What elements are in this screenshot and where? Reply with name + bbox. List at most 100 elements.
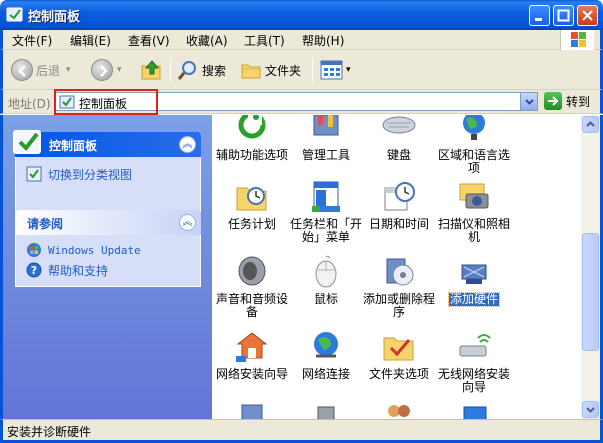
switch-view-icon [26,166,42,182]
switch-category-view-link[interactable]: 切换到分类视图 [26,165,190,183]
switch-category-view-label: 切换到分类视图 [48,167,133,182]
speaker-icon [234,255,270,289]
add-remove-icon [381,255,417,289]
menu-tools[interactable]: 工具(T) [244,32,285,49]
up-button[interactable] [140,58,164,82]
back-button[interactable]: 后退 ▾ [11,58,71,82]
search-icon [177,61,196,80]
add-hardware-icon [456,255,492,289]
item-label: 网络安装向导 [215,367,288,381]
chevron-down-icon [586,407,595,413]
address-bar: 地址(D) 控制面板 转到 [0,89,603,115]
item-admin-tools[interactable]: 管理工具 [286,115,366,162]
admin-tools-icon [308,115,344,145]
item-row5-c[interactable] [359,403,439,419]
item-taskbar-start-menu[interactable]: 任务栏和「开始」菜单 [286,180,366,244]
windows-logo-icon [560,30,594,50]
scheduled-tasks-icon [234,180,270,214]
address-dropdown-button[interactable] [520,93,537,110]
menu-favorites[interactable]: 收藏(A) [186,32,228,49]
control-panel-task-title: 控制面板 [49,139,98,153]
item-folder-options[interactable]: 文件夹选项 [359,330,439,381]
folder-up-icon [141,60,161,80]
item-row5-b[interactable] [286,403,366,419]
item-mouse[interactable]: 鼠标 [286,255,366,306]
maximize-icon [557,9,570,22]
window-title: 控制面板 [28,10,81,25]
mouse-icon [308,255,344,289]
go-button[interactable]: 转到 [544,92,590,110]
svg-text:?: ? [31,264,37,277]
search-button[interactable]: 搜索 [177,58,226,82]
address-field[interactable]: 控制面板 [54,89,538,115]
date-time-icon [381,180,417,214]
item-sounds-audio[interactable]: 声音和音频设备 [212,255,292,319]
control-panel-large-icon [13,130,41,154]
folders-icon [241,64,261,79]
folder-options-icon [381,330,417,364]
item-accessibility-options[interactable]: 辅助功能选项 [212,115,292,162]
back-dropdown-icon[interactable]: ▾ [66,65,71,75]
item-wireless-network-wizard[interactable]: 无线网络安装向导 [434,330,514,394]
menu-file[interactable]: 文件(F) [12,32,52,49]
address-value: 控制面板 [79,97,128,111]
help-support-link[interactable]: ? 帮助和支持 [26,261,190,279]
control-panel-icon [59,95,75,109]
scanner-camera-icon [456,180,492,214]
item-keyboard[interactable]: 键盘 [359,115,439,162]
scroll-thumb[interactable] [582,233,599,351]
item-date-time[interactable]: 日期和时间 [359,180,439,231]
scroll-down-button[interactable] [582,401,599,418]
menu-edit[interactable]: 编辑(E) [70,32,111,49]
item-row5-a[interactable] [212,403,292,419]
item-label: 区域和语言选项 [437,148,510,175]
address-label: 地址(D) [8,97,51,111]
control-panel-task-body: 切换到分类视图 [15,157,201,212]
minimize-button[interactable] [529,5,550,26]
search-label: 搜索 [202,63,227,78]
views-button[interactable]: ▾ [320,58,351,82]
close-button[interactable] [577,5,598,26]
menu-help[interactable]: 帮助(H) [302,32,344,49]
wireless-icon [456,330,492,364]
windows-update-link[interactable]: Windows Update [26,241,190,259]
see-also-body: Windows Update ? 帮助和支持 [15,235,201,287]
item-label: 网络连接 [301,367,350,381]
system-icon [234,403,270,419]
views-icon [320,60,343,80]
toolbar-separator [312,58,313,82]
item-label: 文件夹选项 [368,367,429,381]
collapse-icon[interactable]: ︽ [179,136,196,153]
item-add-hardware[interactable]: 添加硬件 [434,255,514,307]
item-row5-d[interactable] [434,403,514,419]
back-arrow-icon [11,59,33,81]
views-dropdown-icon[interactable]: ▾ [346,65,351,75]
collapse-icon[interactable]: ︽ [179,214,196,231]
vertical-scrollbar[interactable] [581,115,600,419]
menu-view[interactable]: 查看(V) [128,32,170,49]
computer-icon [308,403,344,419]
scroll-up-button[interactable] [582,116,599,133]
forward-button[interactable]: ▾ [91,58,122,82]
network-connections-icon [308,330,344,364]
item-add-remove-programs[interactable]: 添加或删除程序 [359,255,439,319]
forward-arrow-icon [91,59,113,81]
title-bar[interactable]: 控制面板 [0,0,603,30]
item-network-setup-wizard[interactable]: 网络安装向导 [212,330,292,381]
item-scanners-cameras[interactable]: 扫描仪和照相机 [434,180,514,244]
item-network-connections[interactable]: 网络连接 [286,330,366,381]
folders-button[interactable]: 文件夹 [240,58,301,82]
minimize-icon [535,18,542,21]
item-label: 无线网络安装向导 [437,367,510,394]
forward-dropdown-icon[interactable]: ▾ [117,65,122,75]
control-panel-task-header[interactable]: 控制面板 ︽ [13,130,201,157]
item-scheduled-tasks[interactable]: 任务计划 [212,180,292,231]
item-regional-language[interactable]: 区域和语言选项 [434,115,514,175]
see-also-header[interactable]: 请参阅 ︽ [15,210,201,235]
control-panel-items: 辅助功能选项 管理工具 键盘 区域和语言选项 任务计划 任务栏和「开始」菜单 日… [212,115,581,419]
help-support-label: 帮助和支持 [48,263,109,278]
item-label: 扫描仪和照相机 [437,217,510,244]
close-icon [582,10,593,21]
item-label: 管理工具 [301,148,350,162]
maximize-button[interactable] [553,5,574,26]
